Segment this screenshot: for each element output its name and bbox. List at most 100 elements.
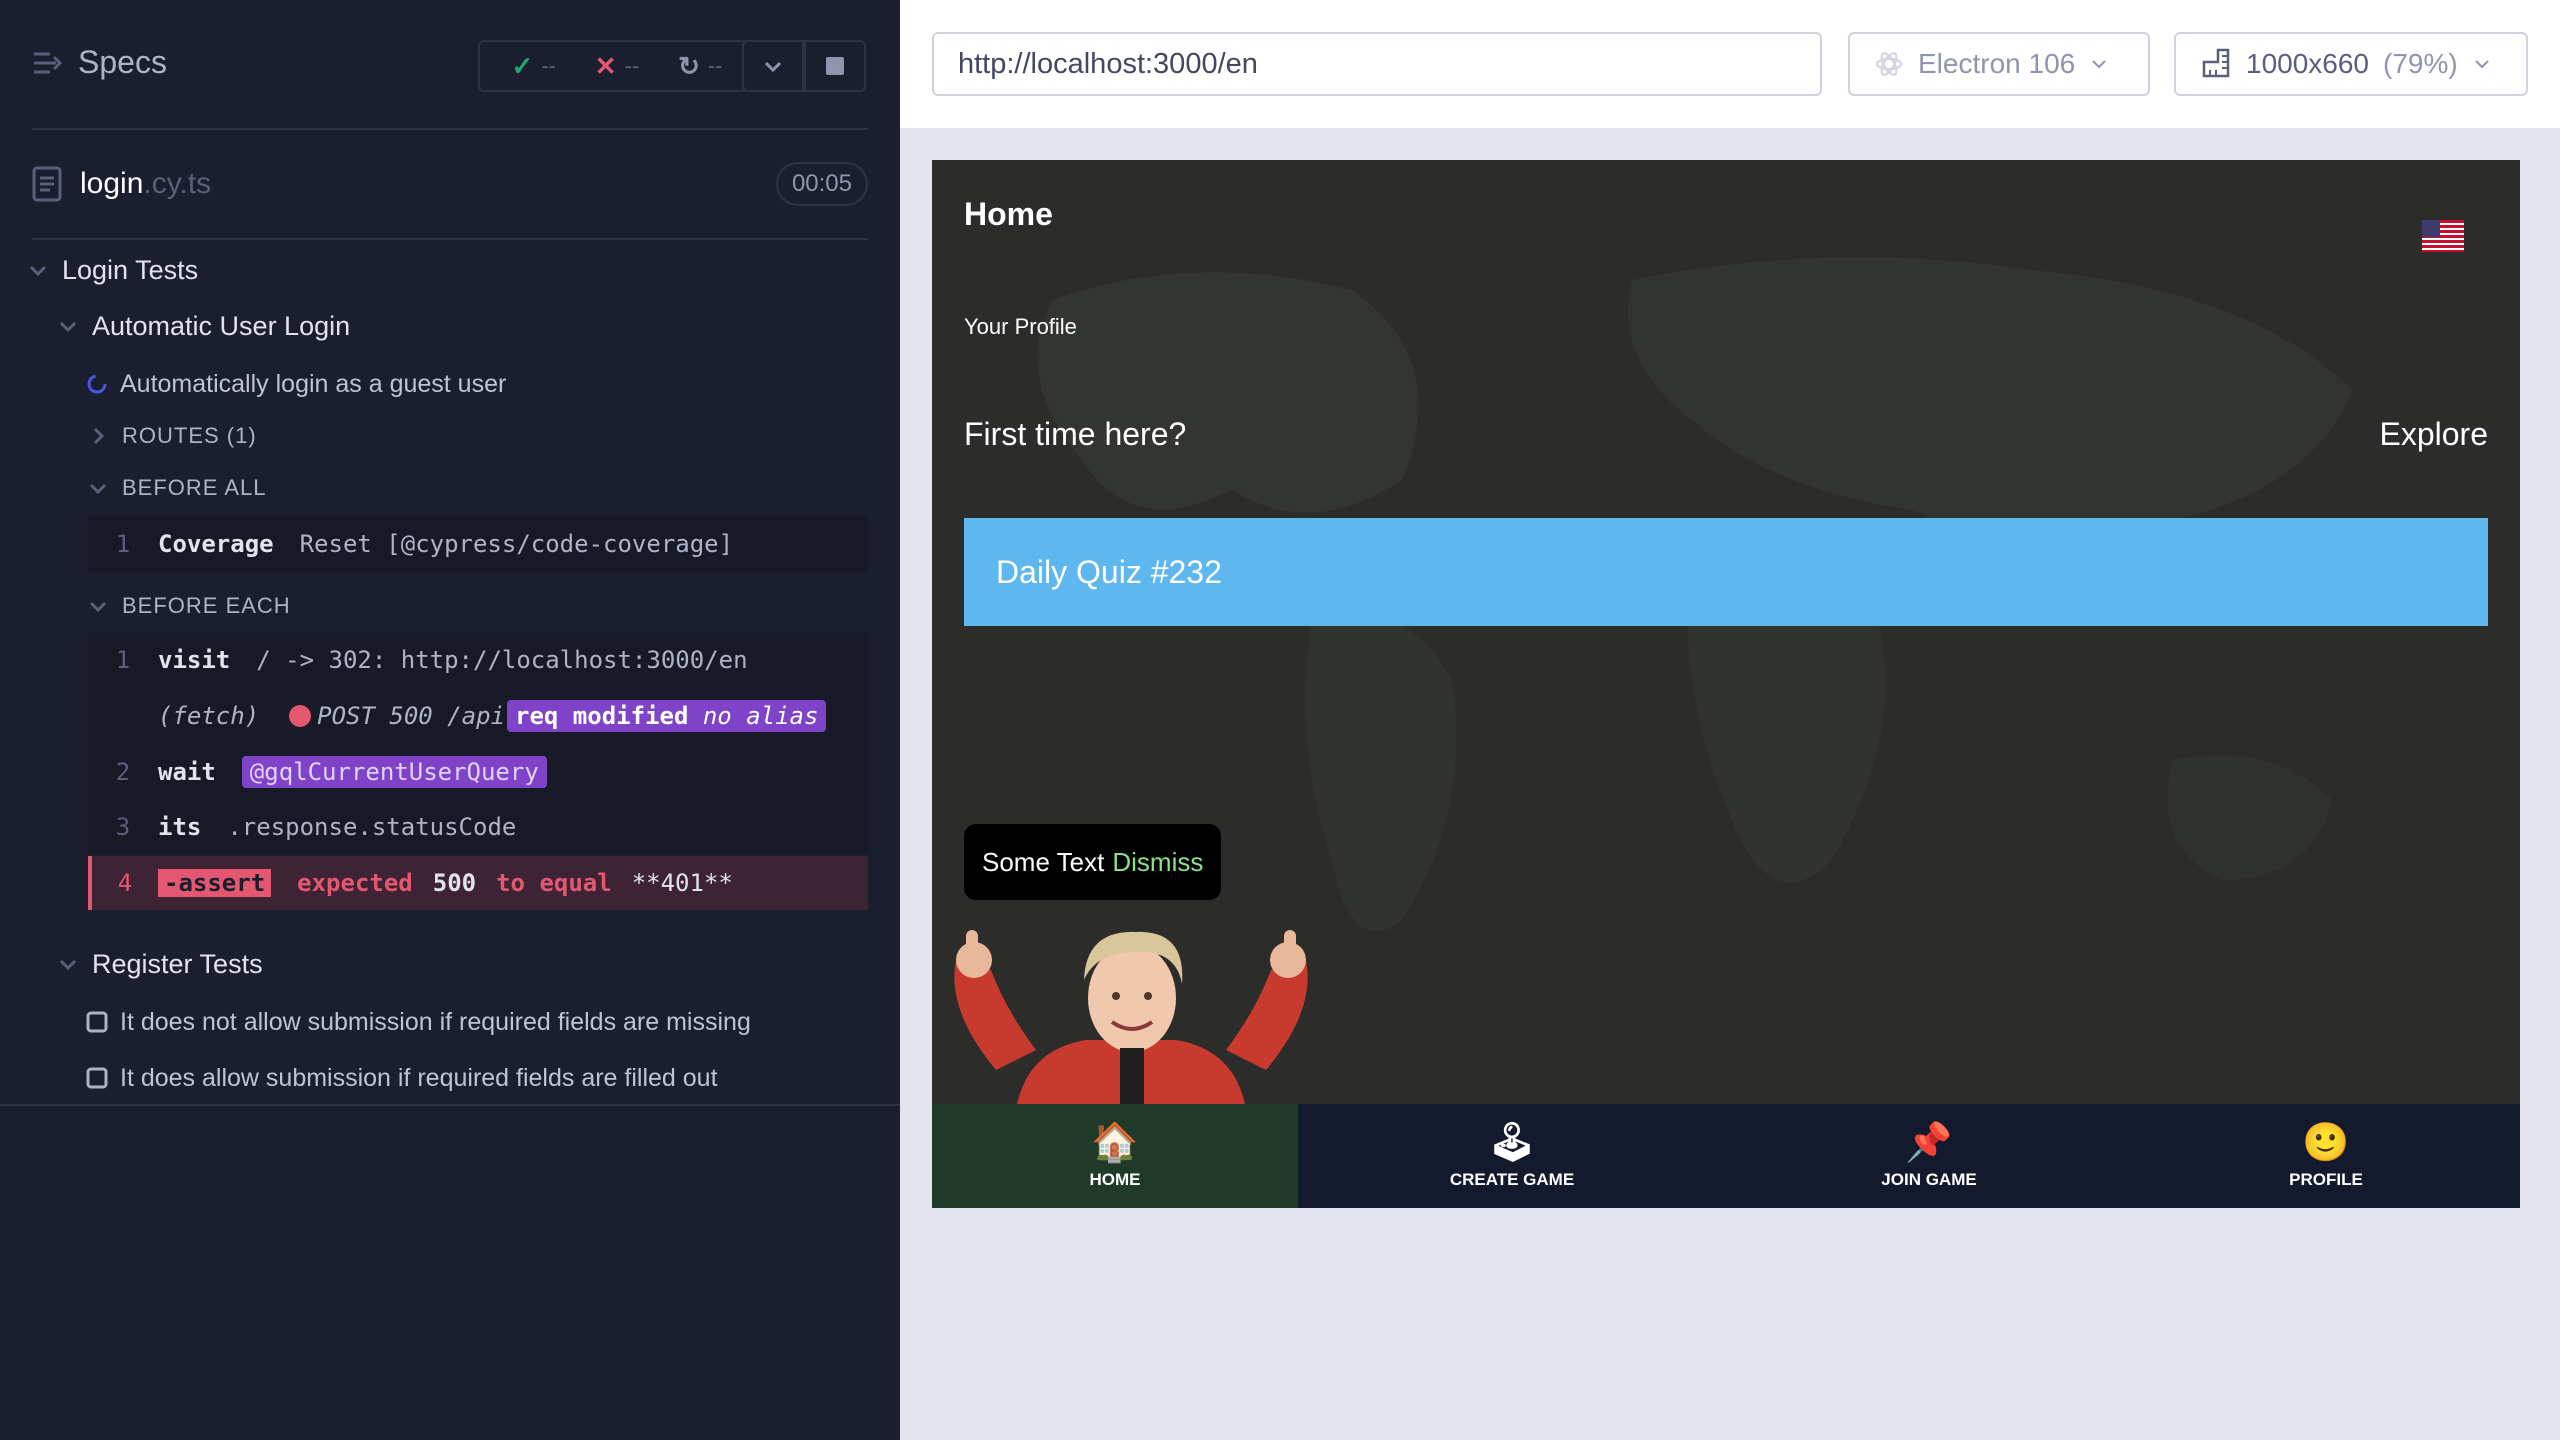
url-text: http://localhost:3000/en [958,47,1258,80]
assert-label: -assert [158,869,272,897]
command-message: / -> 302: http://localhost:3000/en [256,646,748,674]
toast-text: Some Text [982,846,1105,877]
house-icon: 🏠 [1091,1122,1139,1164]
spec-file-name[interactable]: login [80,167,143,201]
document-icon [32,166,62,202]
specs-button[interactable]: Specs [32,44,167,81]
spec-file-ext: .cy.ts [143,167,212,200]
browser-selector[interactable]: Electron 106 [1848,32,2150,96]
assert-expected: expected [297,869,413,897]
command-message: Reset [@cypress/code-coverage] [299,530,734,558]
chevron-right-icon [93,427,105,445]
explore-link[interactable]: Explore [2380,416,2489,453]
before-all-section[interactable]: BEFORE ALL [88,468,267,508]
electron-icon [1876,52,1902,76]
header-divider [32,128,868,130]
command-number: 1 [115,646,131,674]
browser-toolbar: http://localhost:3000/en Electron 106 10… [900,0,2560,128]
reporter-bottom-divider [0,1104,900,1106]
command-message: POST 500 /api [317,702,505,730]
chevron-down-icon [2475,60,2489,69]
specs-label: Specs [78,44,167,80]
reporter-panel: Specs ✓ -- ✕ -- ↻ -- login .cy.ts 00:05 Logi… [0,0,900,1440]
page-title: Home [964,196,1053,232]
tab-create-game[interactable]: 🕹 CREATE GAME [1298,1104,1726,1208]
chevron-down-icon [29,265,47,277]
suite-title: Automatic User Login [92,310,351,341]
command-name: Coverage [158,530,274,558]
tab-join-game[interactable]: 📌 JOIN GAME [1726,1104,2132,1208]
test-required-filled[interactable]: It does allow submission if required fie… [86,1058,718,1098]
assert-target: **401** [631,869,733,897]
command-number: 3 [115,813,131,841]
spinner-icon: ↻ [678,50,700,81]
url-field[interactable]: http://localhost:3000/en [932,32,1822,96]
tab-home[interactable]: 🏠 HOME [932,1104,1298,1208]
command-number: 1 [115,530,131,558]
before-each-section[interactable]: BEFORE EACH [88,586,291,626]
reporter-header: Specs ✓ -- ✕ -- ↻ -- [32,30,868,102]
fetch-event-row[interactable]: (fetch) POST 500 /api req modified no al… [88,688,868,744]
pending-square-icon [86,1067,108,1089]
command-name: -assert [158,869,272,897]
before-all-label: BEFORE ALL [122,475,267,500]
dismiss-button[interactable]: Dismiss [1112,847,1203,878]
daily-quiz-label: Daily Quiz #232 [996,553,1222,590]
pushpin-icon: 📌 [1905,1122,1953,1164]
failed-assert-row[interactable]: 4 -assert expected 500 to equal **401** [88,856,868,910]
us-flag-icon[interactable] [2422,220,2464,252]
your-profile-link[interactable]: Your Profile [964,314,1077,340]
viewport-selector[interactable]: 1000x660 (79%) [2174,32,2528,96]
browser-name: Electron 106 [1918,48,2076,79]
ruler-icon [2202,48,2230,78]
pending-count: -- [707,53,723,78]
test-auto-login-guest[interactable]: Automatically login as a guest user [86,364,506,404]
tab-profile[interactable]: 🙂 PROFILE [2132,1104,2520,1208]
command-row[interactable]: 1 Coverage Reset [@cypress/code-coverage… [88,516,868,572]
passed-count: -- [541,53,556,78]
command-name: (fetch) [158,702,260,730]
suite-register-tests[interactable]: Register Tests [58,944,263,984]
test-required-missing[interactable]: It does not allow submission if required… [86,1002,751,1042]
assert-operator: to equal [496,869,612,897]
alias-badge: @gqlCurrentUserQuery [241,756,547,788]
chevron-down-icon [764,61,782,73]
daily-quiz-banner[interactable]: Daily Quiz #232 [964,518,2488,626]
suite-title: Register Tests [92,948,263,979]
failed-stat: ✕ -- [595,51,639,82]
app-under-test: Home Your Profile First time here? Explo… [932,160,2520,1208]
routes-section[interactable]: ROUTES (1) [88,416,257,456]
test-title: It does not allow submission if required… [120,1007,751,1036]
chevron-down-icon [59,321,77,333]
collapse-button[interactable] [742,40,804,92]
pending-square-icon [86,1011,108,1033]
suite-title: Login Tests [62,254,199,285]
command-row[interactable]: 3 its .response.statusCode [88,800,868,854]
stop-button[interactable] [804,40,866,92]
command-name: wait [158,758,216,786]
tab-label: PROFILE [2289,1170,2363,1189]
viewport-zoom: (79%) [2383,48,2458,79]
viewport-size: 1000x660 [2246,48,2370,79]
pending-stat: ↻ -- [678,51,722,82]
error-dot-icon [289,705,312,727]
passed-stat: ✓ -- [511,51,555,82]
tab-label: JOIN GAME [1881,1170,1977,1189]
duration-badge: 00:05 [775,162,868,206]
command-message: .response.statusCode [227,813,517,841]
tab-label: CREATE GAME [1449,1170,1575,1189]
suite-automatic-user-login[interactable]: Automatic User Login [58,306,350,346]
suite-login-tests[interactable]: Login Tests [28,250,198,290]
check-icon: ✓ [511,50,534,81]
spec-file-header: login .cy.ts 00:05 [32,160,868,208]
run-stats: ✓ -- ✕ -- ↻ -- [478,40,756,92]
toast-message: Some Text Dismiss [964,824,1222,900]
running-spinner-icon [87,374,107,394]
before-each-label: BEFORE EACH [122,593,291,618]
command-row[interactable]: 2 wait @gqlCurrentUserQuery [88,744,868,800]
command-row[interactable]: 1 visit / -> 302: http://localhost:3000/… [88,632,868,688]
command-number: 4 [117,869,133,897]
joystick-icon: 🕹 [1487,1122,1537,1164]
req-modified-badge: req modified no alias [507,700,827,732]
routes-label: ROUTES (1) [122,423,257,448]
